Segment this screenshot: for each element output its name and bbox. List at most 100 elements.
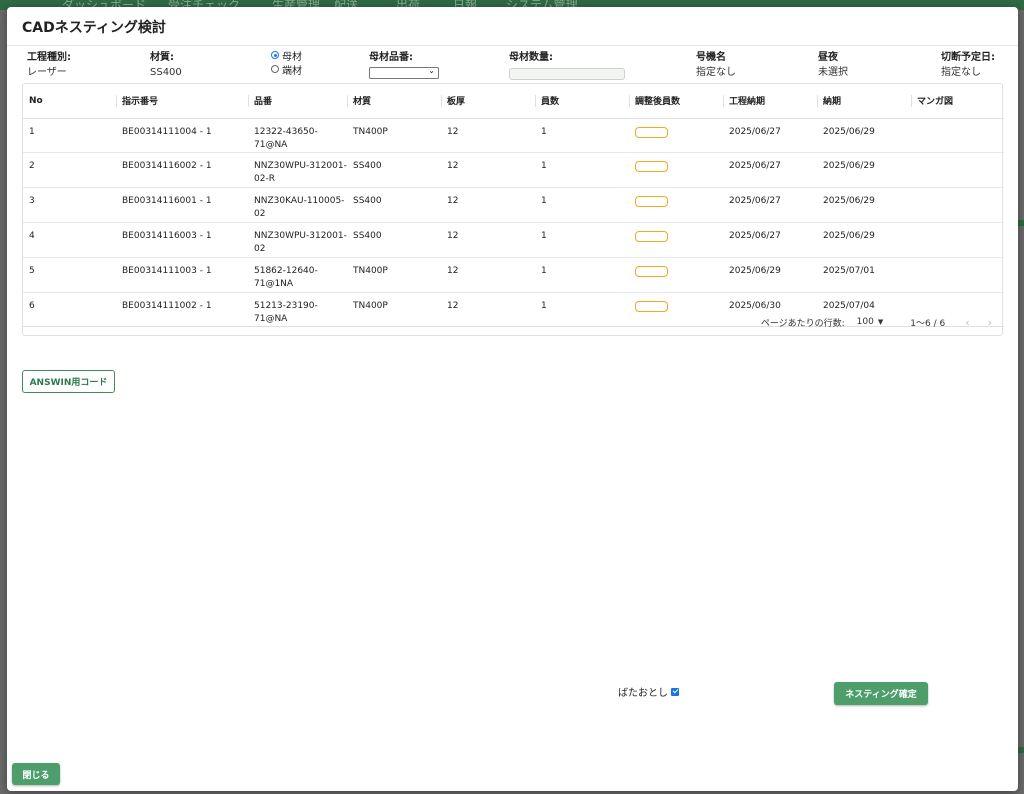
cell-manga — [911, 222, 1004, 258]
radio-label: 端材 — [282, 65, 302, 77]
drop-option-checkbox[interactable] — [671, 687, 679, 696]
table-row[interactable]: 2 BE00314116002 - 1 NNZ30WPU-312001-02-R… — [23, 152, 1004, 188]
cell-process-due: 2025/06/29 — [723, 257, 817, 293]
cell-manga — [911, 257, 1004, 293]
cell-quantity: 1 — [535, 152, 629, 188]
cell-no: 1 — [23, 118, 116, 153]
data-grid: No 指示番号 品番 材質 板厚 員数 調整後員数 工程納期 納期 マンガ図 1… — [23, 84, 1004, 327]
adjusted-quantity-input[interactable] — [635, 265, 668, 277]
cell-no: 5 — [23, 257, 116, 293]
material-label: 材質: — [150, 52, 174, 63]
cell-part-no: NNZ30KAU-110005-02 — [248, 187, 347, 223]
radio-label: 母材 — [282, 51, 302, 63]
cell-thickness: 12 — [441, 187, 535, 223]
cell-due: 2025/06/29 — [817, 187, 911, 223]
column-header-part-no[interactable]: 品番 — [248, 84, 347, 119]
column-header-quantity[interactable]: 員数 — [535, 84, 629, 119]
column-header-process-due[interactable]: 工程納期 — [723, 84, 817, 119]
cell-part-no: 12322-43650-71@NA — [248, 118, 347, 153]
radio-unchecked-icon[interactable] — [271, 65, 279, 73]
cell-process-due: 2025/06/27 — [723, 152, 817, 188]
cell-quantity: 1 — [535, 118, 629, 153]
column-header-due[interactable]: 納期 — [817, 84, 911, 119]
radio-offcut[interactable]: 端材 — [271, 63, 302, 77]
cell-adjusted-quantity — [629, 187, 723, 223]
process-type-value: レーザー — [27, 67, 67, 78]
material-value: SS400 — [150, 67, 182, 78]
base-material-qty-field: 母材数量: — [509, 51, 625, 80]
base-material-qty-label: 母材数量: — [509, 52, 553, 63]
cell-material: SS400 — [347, 187, 441, 223]
material-field: 材質: SS400 — [150, 51, 182, 79]
cell-quantity: 1 — [535, 257, 629, 293]
cell-material: TN400P — [347, 118, 441, 153]
cell-no: 2 — [23, 152, 116, 188]
adjusted-quantity-input[interactable] — [635, 230, 668, 242]
adjusted-quantity-input[interactable] — [635, 195, 668, 207]
cell-material: SS400 — [347, 222, 441, 258]
cell-process-due: 2025/06/27 — [723, 187, 817, 223]
base-material-qty-input[interactable] — [509, 68, 625, 80]
table-header-row: No 指示番号 品番 材質 板厚 員数 調整後員数 工程納期 納期 マンガ図 — [23, 84, 1004, 119]
cell-manga — [911, 152, 1004, 188]
cell-adjusted-quantity — [629, 152, 723, 188]
machine-name-label: 号機名 — [696, 52, 726, 63]
radio-checked-icon[interactable] — [271, 51, 279, 59]
nesting-confirm-button[interactable]: ネスティング確定 — [834, 682, 928, 705]
cell-due: 2025/06/29 — [817, 118, 911, 153]
table-row[interactable]: 1 BE00314111004 - 1 12322-43650-71@NA TN… — [23, 118, 1004, 153]
cell-material: TN400P — [347, 257, 441, 293]
process-type-field: 工程種別: レーザー — [27, 51, 71, 79]
modal-title: CADネスティング検討 — [22, 20, 166, 36]
radio-base-material[interactable]: 母材 — [271, 49, 302, 63]
nesting-table: No 指示番号 品番 材質 板厚 員数 調整後員数 工程納期 納期 マンガ図 1… — [22, 83, 1004, 336]
table-row[interactable]: 5 BE00314111003 - 1 51862-12640-71@1NA T… — [23, 257, 1004, 293]
adjusted-quantity-input[interactable] — [635, 160, 668, 172]
background-strip — [1018, 747, 1024, 753]
close-button[interactable]: 閉じる — [12, 763, 60, 785]
adjusted-quantity-input[interactable] — [635, 126, 668, 138]
cell-instruction-no: BE00314111004 - 1 — [116, 118, 248, 153]
rows-per-page-value: 100 — [856, 317, 874, 327]
column-header-manga[interactable]: マンガ図 — [911, 84, 1004, 119]
cut-date-label: 切断予定日: — [941, 52, 995, 63]
column-header-thickness[interactable]: 板厚 — [441, 84, 535, 119]
rows-per-page-label: ページあたりの行数: — [760, 318, 845, 329]
cell-adjusted-quantity — [629, 118, 723, 153]
cell-part-no: NNZ30WPU-312001-02-R — [248, 152, 347, 188]
base-material-part-field: 母材品番: ⌄ — [369, 51, 439, 79]
cell-manga — [911, 118, 1004, 153]
cell-due: 2025/06/29 — [817, 222, 911, 258]
column-header-material[interactable]: 材質 — [347, 84, 441, 119]
column-header-adjusted-quantity[interactable]: 調整後員数 — [629, 84, 723, 119]
column-header-instruction-no[interactable]: 指示番号 — [116, 84, 248, 119]
machine-name-field: 号機名 指定なし — [696, 51, 736, 79]
prev-page-icon[interactable]: ‹ — [965, 316, 969, 329]
source-radio-group: 母材 端材 — [271, 49, 302, 77]
rows-per-page-select[interactable]: 100 ▼ — [857, 317, 884, 327]
cell-material: SS400 — [347, 152, 441, 188]
base-material-part-label: 母材品番: — [369, 52, 413, 63]
cell-instruction-no: BE00314116002 - 1 — [116, 152, 248, 188]
day-night-field: 昼夜 未選択 — [818, 51, 848, 79]
table-row[interactable]: 3 BE00314116001 - 1 NNZ30KAU-110005-02 S… — [23, 187, 1004, 223]
cell-process-due: 2025/06/27 — [723, 222, 817, 258]
answin-code-button[interactable]: ANSWIN用コード — [22, 370, 115, 393]
cell-adjusted-quantity — [629, 222, 723, 258]
cell-due: 2025/07/01 — [817, 257, 911, 293]
cell-thickness: 12 — [441, 257, 535, 293]
cell-thickness: 12 — [441, 222, 535, 258]
base-material-part-select[interactable]: ⌄ — [369, 66, 439, 79]
next-page-icon[interactable]: › — [988, 316, 992, 329]
title-divider — [7, 45, 1018, 46]
day-night-label: 昼夜 — [818, 52, 838, 63]
cell-part-no: NNZ30WPU-312001-02 — [248, 222, 347, 258]
caret-down-icon: ▼ — [877, 318, 884, 326]
cut-date-value: 指定なし — [941, 67, 981, 78]
column-header-no[interactable]: No — [23, 84, 116, 119]
cell-instruction-no: BE00314116001 - 1 — [116, 187, 248, 223]
process-type-label: 工程種別: — [27, 52, 71, 63]
pagination-range: 1〜6 / 6 — [910, 318, 946, 329]
background-strip — [1018, 220, 1024, 226]
table-row[interactable]: 4 BE00314116003 - 1 NNZ30WPU-312001-02 S… — [23, 222, 1004, 258]
